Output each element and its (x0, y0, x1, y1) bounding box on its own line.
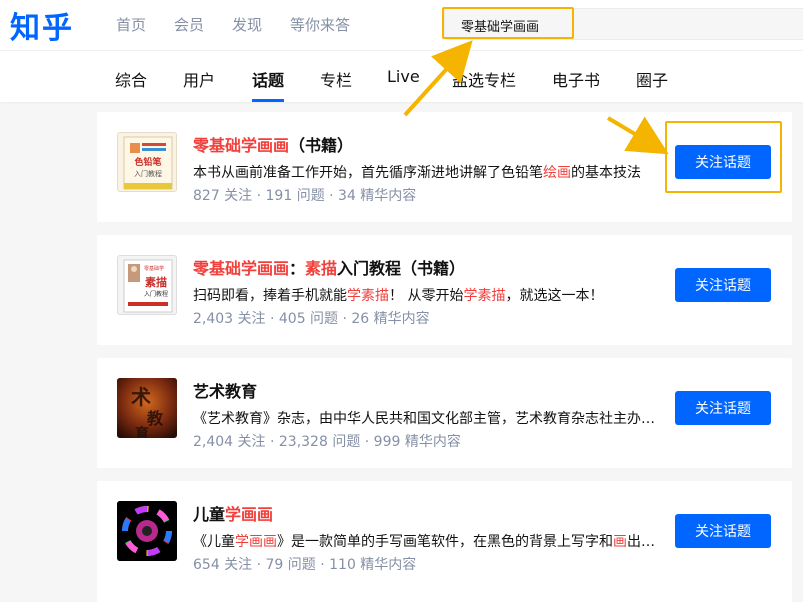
title-text: 儿童 (193, 505, 226, 524)
desc-text: ！ 从零开始 (389, 288, 464, 304)
svg-text:教: 教 (147, 409, 164, 428)
desc-text: 出… (627, 534, 655, 550)
nav-home[interactable]: 首页 (116, 14, 146, 35)
title-highlight: 学画画 (225, 505, 274, 524)
desc-text: 本书从画前准备工作开始，首先循序渐进地讲解了色铅笔 (193, 165, 543, 181)
topic-meta: 2,404 关注 · 23,328 问题 · 999 精华内容 (193, 434, 461, 450)
title-highlight: 零基础学画画 (193, 259, 290, 278)
follow-topic-button[interactable]: 关注话题 (675, 514, 771, 548)
topic-description: 《儿童学画画》是一款简单的手写画笔软件，在黑色的背景上写字和画出… (193, 531, 655, 551)
book-cover-sketch-icon: 零基础学 素描 入门教程 (123, 259, 173, 313)
topic-result-card[interactable]: 儿童学画画 《儿童学画画》是一款简单的手写画笔软件，在黑色的背景上写字和画出… … (97, 481, 792, 602)
nav-discover[interactable]: 发现 (232, 14, 262, 35)
topic-cover-image[interactable]: 术 教 育 (117, 378, 177, 438)
follow-topic-button[interactable]: 关注话题 (675, 391, 771, 425)
desc-text: 的基本技法 (571, 165, 641, 181)
desc-highlight: 绘画 (543, 165, 571, 181)
topic-meta: 827 关注 · 191 问题 · 34 精华内容 (193, 188, 417, 204)
title-text: 艺术教育 (193, 382, 258, 401)
zhihu-logo[interactable]: 知乎 (10, 3, 74, 47)
topic-meta: 2,403 关注 · 405 问题 · 26 精华内容 (193, 311, 430, 327)
tab-ebooks[interactable]: 电子书 (552, 67, 600, 91)
svg-text:素描: 素描 (145, 275, 167, 289)
svg-text:术: 术 (131, 385, 151, 409)
tab-users[interactable]: 用户 (183, 67, 215, 91)
desc-text: 《艺术教育》杂志，由中华人民共和国文化部主管，艺术教育杂志社主办… (193, 411, 655, 427)
svg-text:色铅笔: 色铅笔 (134, 156, 161, 168)
annotation-box-search (442, 7, 574, 39)
active-tab-indicator (252, 99, 284, 102)
title-highlight: 零基础学画画 (193, 136, 290, 155)
topic-meta: 654 关注 · 79 问题 · 110 精华内容 (193, 557, 417, 573)
topic-description: 《艺术教育》杂志，由中华人民共和国文化部主管，艺术教育杂志社主办… (193, 408, 655, 428)
title-text: （书籍） (289, 136, 354, 155)
nav-waiting-answers[interactable]: 等你来答 (290, 14, 350, 35)
book-cover-colored-pencil-icon: 色铅笔 入门教程 (123, 136, 173, 190)
topic-title[interactable]: 儿童学画画 (193, 501, 273, 525)
annotation-box-follow (665, 121, 782, 193)
topic-description: 扫码即看，捧着手机就能学素描！ 从零开始学素描，就选这一本！ (193, 285, 655, 305)
book-cover-image[interactable]: 零基础学 素描 入门教程 (117, 255, 177, 315)
desc-text: 《儿童 (193, 534, 235, 550)
tab-circles[interactable]: 圈子 (636, 67, 668, 91)
desc-highlight: 学素描 (347, 288, 389, 304)
desc-highlight: 学素描 (463, 288, 506, 304)
svg-text:入门教程: 入门教程 (134, 169, 162, 178)
topic-result-card[interactable]: 术 教 育 艺术教育 《艺术教育》杂志，由中华人民共和国文化部主管，艺术教育杂志… (97, 358, 792, 468)
topic-description: 本书从画前准备工作开始，首先循序渐进地讲解了色铅笔绘画的基本技法 (193, 162, 655, 182)
color-wheel-icon (117, 501, 177, 561)
topic-title[interactable]: 艺术教育 (193, 378, 257, 402)
search-type-tabs: 综合 用户 话题 专栏 Live 盐选专栏 电子书 圈子 (0, 50, 803, 102)
top-header: 知乎 首页 会员 发现 等你来答 零基础学画画 (0, 0, 803, 50)
nav-vip[interactable]: 会员 (174, 14, 204, 35)
desc-text: 》是一款简单的手写画笔软件，在黑色的背景上写字和 (277, 534, 613, 550)
title-text: ： (289, 259, 306, 278)
top-nav: 首页 会员 发现 等你来答 (116, 14, 378, 35)
topic-title[interactable]: 零基础学画画（书籍） (193, 132, 353, 156)
topic-result-card[interactable]: 零基础学 素描 入门教程 零基础学画画：素描入门教程（书籍） 扫码即看，捧着手机… (97, 235, 792, 345)
tab-live[interactable]: Live (387, 67, 420, 86)
topic-title[interactable]: 零基础学画画：素描入门教程（书籍） (193, 255, 465, 279)
svg-text:入门教程: 入门教程 (144, 290, 168, 298)
svg-text:零基础学: 零基础学 (144, 265, 164, 272)
tab-topics[interactable]: 话题 (252, 67, 284, 91)
svg-text:育: 育 (135, 425, 149, 438)
tab-general[interactable]: 综合 (115, 67, 147, 91)
topic-cover-image[interactable] (117, 501, 177, 561)
tab-salt-columns[interactable]: 盐选专栏 (452, 67, 516, 91)
desc-text: 扫码即看，捧着手机就能 (193, 288, 347, 304)
book-cover-image[interactable]: 色铅笔 入门教程 (117, 132, 177, 192)
desc-highlight: 画 (613, 534, 627, 550)
magazine-cover-art-education-icon: 术 教 育 (117, 378, 177, 438)
follow-topic-button[interactable]: 关注话题 (675, 268, 771, 302)
desc-text: ，就选这一本！ (505, 288, 604, 304)
title-text: 入门教程（书籍） (337, 259, 466, 278)
title-highlight: 素描 (305, 259, 338, 278)
tab-columns[interactable]: 专栏 (320, 67, 352, 91)
desc-highlight: 学画画 (235, 534, 277, 550)
